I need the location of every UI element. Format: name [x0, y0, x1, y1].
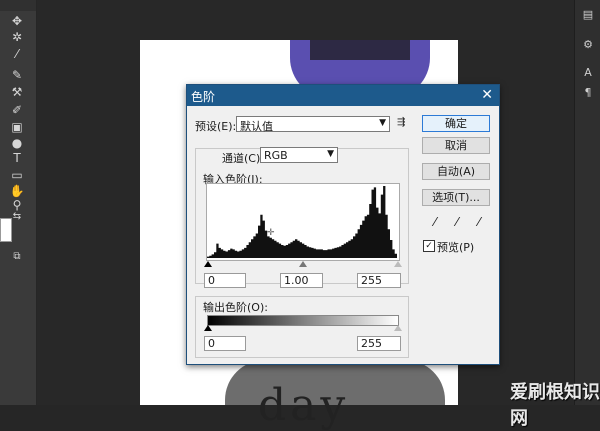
move-icon[interactable]: ✥ [8, 14, 26, 28]
preview-checkbox[interactable]: ✓ [423, 240, 435, 252]
screen-mode-icon[interactable]: ⧉ [8, 250, 26, 264]
input-white-slider[interactable] [394, 261, 402, 267]
preset-label: 预设(E): [195, 120, 237, 133]
channel-select[interactable]: RGB ▼ [260, 147, 338, 163]
shape-icon[interactable]: ▭ [8, 168, 26, 182]
white-point-eyedropper-icon[interactable]: ⁄ [474, 215, 484, 229]
input-white-field[interactable]: 255 [357, 273, 401, 288]
tools-panel-grip[interactable] [0, 0, 36, 11]
chevron-down-icon: ▼ [379, 118, 386, 128]
artwork-hat [310, 40, 410, 60]
gradient-icon[interactable]: ▣ [8, 120, 26, 134]
crosshair-cursor-icon: ✛ [267, 228, 275, 238]
channel-value: RGB [264, 149, 288, 162]
foreground-color-swatch[interactable] [0, 218, 12, 242]
histogram-graph [207, 186, 397, 258]
right-panel-dock: ▤ ⚙ A ¶ [574, 0, 600, 405]
channel-label: 通道(C): [222, 152, 264, 165]
levels-dialog: 色阶 ✕ 预设(E): 默认值 ▼ ⇶ 通道(C): RGB ▼ 输入色阶(I)… [186, 84, 500, 365]
histogram: ✛ [206, 183, 400, 261]
blur-icon[interactable]: ● [8, 136, 26, 150]
preview-label: 预览(P) [437, 241, 475, 254]
preset-options-icon[interactable]: ⇶ [397, 117, 405, 128]
eyedropper-icon[interactable]: ⁄ [8, 47, 26, 61]
ok-button[interactable]: 确定 [422, 115, 490, 132]
output-levels-label: 输出色阶(O): [203, 301, 268, 314]
auto-button[interactable]: 自动(A) [422, 163, 490, 180]
dialog-title: 色阶 [191, 90, 216, 104]
histogram-area [207, 186, 397, 258]
output-white-field[interactable]: 255 [357, 336, 401, 351]
history-panel-icon[interactable]: ▤ [580, 8, 596, 22]
cancel-button[interactable]: 取消 [422, 137, 490, 154]
magic-wand-icon[interactable]: ✲ [8, 30, 26, 44]
gray-point-eyedropper-icon[interactable]: ⁄ [452, 215, 462, 229]
input-black-field[interactable]: 0 [204, 273, 246, 288]
paragraph-panel-icon[interactable]: ¶ [580, 86, 596, 100]
artwork-text: day [258, 380, 350, 431]
close-icon[interactable]: ✕ [481, 87, 493, 103]
output-black-field[interactable]: 0 [204, 336, 246, 351]
input-gamma-slider[interactable] [299, 261, 307, 267]
adjustments-panel-icon[interactable]: ⚙ [580, 38, 596, 52]
watermark-text: 爱刷根知识网 [510, 382, 600, 429]
tools-panel: ✥ ✲ ⁄ ✎ ⚒ ✐ ▣ ● T ▭ ✋ ⚲ ⇆ ⧉ [0, 0, 37, 405]
options-button[interactable]: 选项(T)... [422, 189, 490, 206]
type-icon[interactable]: T [8, 151, 26, 165]
character-panel-icon[interactable]: A [580, 66, 596, 80]
preset-select[interactable]: 默认值 ▼ [236, 116, 390, 133]
input-gamma-field[interactable]: 1.00 [280, 273, 323, 288]
output-white-slider[interactable] [394, 325, 402, 331]
hand-icon[interactable]: ✋ [8, 184, 26, 198]
preset-value: 默认值 [240, 120, 273, 133]
output-gradient-bar [207, 315, 399, 326]
output-black-slider[interactable] [204, 325, 212, 331]
input-black-slider[interactable] [204, 261, 212, 267]
dialog-titlebar[interactable]: 色阶 ✕ [187, 85, 499, 106]
brush-icon[interactable]: ✎ [8, 68, 26, 82]
black-point-eyedropper-icon[interactable]: ⁄ [430, 215, 440, 229]
clone-stamp-icon[interactable]: ⚒ [8, 85, 26, 99]
chevron-down-icon: ▼ [327, 149, 334, 159]
history-brush-icon[interactable]: ✐ [8, 103, 26, 117]
